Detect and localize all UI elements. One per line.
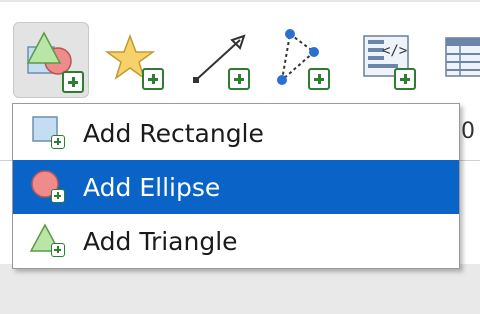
toolbar: </> bbox=[0, 0, 480, 104]
svg-text:</>: </> bbox=[382, 43, 407, 59]
add-polyline-button[interactable] bbox=[272, 22, 348, 98]
rectangle-icon bbox=[29, 113, 69, 153]
plus-badge-icon bbox=[228, 68, 250, 90]
canvas-background bbox=[0, 264, 480, 314]
menu-item-label: Add Triangle bbox=[83, 226, 238, 256]
menu-item-add-triangle[interactable]: Add Triangle bbox=[13, 214, 459, 268]
add-table-button[interactable] bbox=[442, 22, 480, 98]
add-shape-menu: Add Rectangle Add Ellipse Add Triangle bbox=[12, 103, 460, 269]
plus-badge-icon bbox=[142, 68, 164, 90]
add-shape-button[interactable] bbox=[13, 22, 89, 98]
triangle-icon bbox=[29, 221, 69, 261]
plus-badge-icon bbox=[394, 68, 416, 90]
plus-badge-icon bbox=[62, 71, 84, 93]
plus-badge-icon bbox=[308, 68, 330, 90]
add-star-button[interactable] bbox=[100, 22, 176, 98]
ruler-tick-label: 0 bbox=[461, 119, 475, 144]
table-icon bbox=[445, 37, 480, 77]
menu-item-label: Add Rectangle bbox=[83, 118, 264, 148]
add-html-button[interactable]: </> bbox=[358, 22, 434, 98]
plus-badge-icon bbox=[51, 189, 65, 203]
star-icon bbox=[104, 33, 156, 80]
toolbar-top-border bbox=[0, 0, 480, 2]
menu-item-add-rectangle[interactable]: Add Rectangle bbox=[13, 106, 459, 160]
menu-item-label: Add Ellipse bbox=[83, 172, 221, 202]
add-line-button[interactable] bbox=[186, 22, 262, 98]
arrow-line-icon bbox=[193, 34, 246, 83]
plus-badge-icon bbox=[51, 135, 65, 149]
menu-item-add-ellipse[interactable]: Add Ellipse bbox=[13, 160, 459, 214]
plus-badge-icon bbox=[51, 243, 65, 257]
ellipse-icon bbox=[29, 167, 69, 207]
